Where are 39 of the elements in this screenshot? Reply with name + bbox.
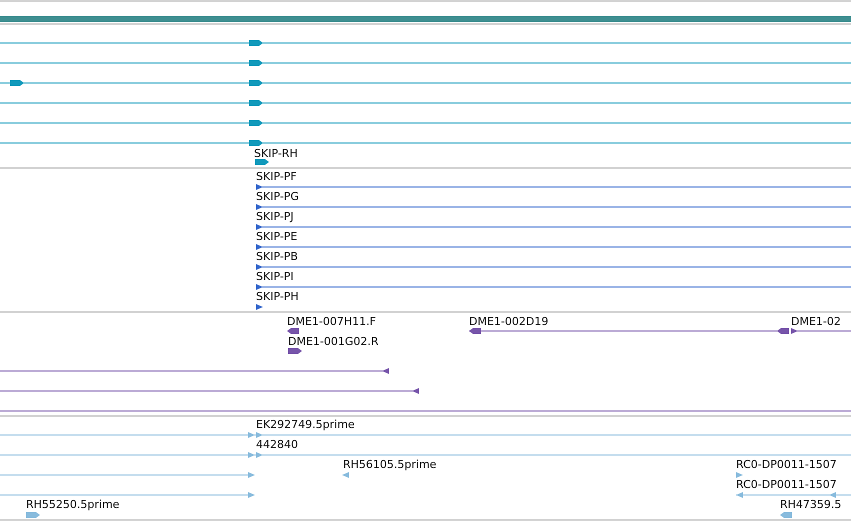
feature-label: SKIP-PB	[256, 250, 298, 263]
feature-glyph[interactable]	[0, 140, 851, 146]
feature-glyph[interactable]	[0, 60, 851, 66]
feature-label: DME1-002D19	[469, 315, 548, 328]
feature-glyph[interactable]	[0, 120, 851, 126]
feature-label: SKIP-PF	[256, 170, 297, 183]
feature-glyph[interactable]	[0, 368, 389, 374]
feature-glyph[interactable]	[256, 304, 263, 310]
feature-label: SKIP-RH	[254, 147, 298, 160]
feature-glyph[interactable]	[256, 204, 851, 210]
feature-glyph[interactable]	[790, 328, 851, 334]
feature-label: RC0-DP0011-1507	[736, 478, 837, 491]
feature-glyph[interactable]	[0, 100, 851, 106]
feature-glyph[interactable]	[256, 184, 851, 190]
feature-label: RH47359.5	[780, 498, 842, 511]
feature-label: SKIP-PI	[256, 270, 294, 283]
feature-glyph[interactable]	[0, 40, 851, 46]
feature-label: RH56105.5prime	[343, 458, 436, 471]
feature-label: EK292749.5prime	[256, 418, 355, 431]
feature-label: SKIP-PH	[256, 290, 299, 303]
feature-glyph[interactable]	[255, 159, 269, 165]
feature-label: 442840	[256, 438, 298, 451]
feature-glyph[interactable]	[288, 348, 302, 354]
feature-label: SKIP-PG	[256, 190, 299, 203]
feature-glyph[interactable]	[287, 328, 299, 334]
feature-glyph[interactable]	[0, 388, 420, 394]
feature-glyph[interactable]	[468, 328, 790, 334]
feature-label: DME1-007H11.F	[287, 315, 376, 328]
feature-label: SKIP-PE	[256, 230, 298, 243]
feature-label: SKIP-PJ	[256, 210, 294, 223]
feature-glyph[interactable]	[256, 224, 851, 230]
feature-glyph[interactable]	[0, 80, 851, 86]
feature-glyph[interactable]	[256, 244, 851, 250]
feature-glyph[interactable]	[256, 264, 851, 270]
feature-glyph[interactable]	[256, 284, 851, 290]
feature-label: DME1-001G02.R	[288, 335, 379, 348]
feature-label: DME1-02	[791, 315, 841, 328]
feature-label: RH55250.5prime	[26, 498, 120, 511]
feature-label: RC0-DP0011-1507	[736, 458, 837, 471]
